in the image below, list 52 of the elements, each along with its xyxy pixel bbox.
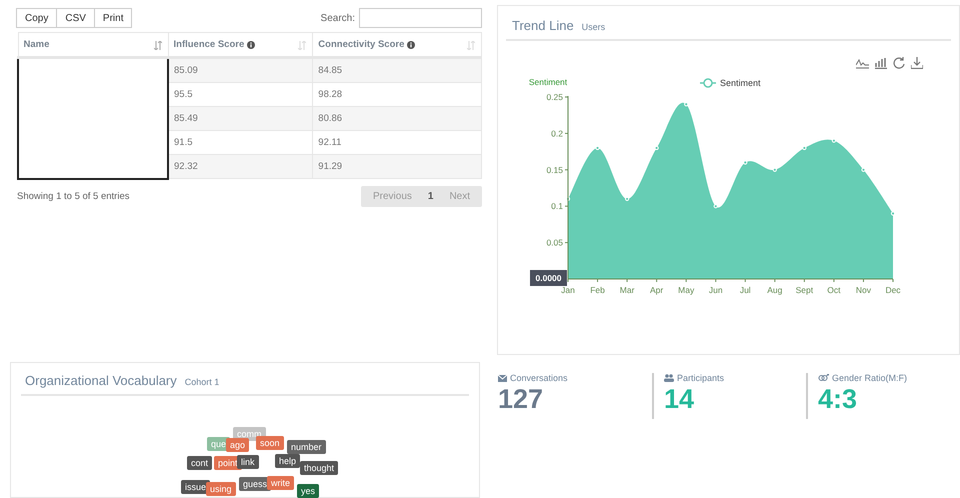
table-cell: 91.5 [168, 130, 313, 154]
x-tick-label: Jul [740, 285, 751, 295]
table-cell: 95.5 [168, 82, 313, 106]
y-tick-label: 0.05 [546, 238, 563, 248]
table-cell: 80.86 [312, 106, 482, 130]
stat-label: Gender Ratio(M:F) [832, 373, 908, 383]
axis-pointer-value: 0.0000 [536, 273, 562, 283]
table-cell: 91.29 [312, 154, 482, 178]
stat-value: 4:3 [818, 385, 858, 413]
x-tick-label: Jan [561, 285, 575, 295]
x-tick-label: Dec [885, 285, 901, 295]
card-subtitle: Cohort 1 [184, 377, 220, 387]
table-cell: 92.32 [168, 154, 313, 178]
word-tag: write [267, 476, 294, 490]
x-tick-label: Mar [620, 285, 634, 295]
x-tick-label: Jun [708, 285, 723, 295]
x-tick-label: Oct [827, 285, 841, 295]
y-tick-label: 0.25 [546, 92, 563, 102]
x-tick-label: Sept [796, 285, 814, 295]
stat-value: 127 [498, 385, 544, 413]
table-cell: 85.09 [168, 58, 313, 82]
word-tag: ago [226, 438, 250, 452]
word-tag: yes [297, 484, 320, 498]
stat-label: Conversations [510, 373, 568, 383]
y-axis-title: Sentiment [528, 77, 568, 87]
word-tag: number [287, 440, 326, 454]
y-tick-label: 0.2 [551, 128, 563, 138]
entries-info: Showing 1 to 5 of 5 entries [17, 190, 130, 202]
y-tick-label: 0.15 [546, 164, 563, 175]
y-tick-label: 0.1 [551, 201, 563, 212]
word-tag: help [275, 454, 300, 468]
search-label: Search: [320, 12, 355, 24]
x-tick-label: Aug [767, 285, 782, 295]
table-cell: 98.28 [312, 82, 482, 106]
table-cell: 92.11 [312, 130, 482, 154]
card-subtitle: Users [582, 22, 606, 32]
word-tag: soon [256, 436, 284, 450]
word-tag: cont [187, 456, 212, 470]
x-tick-label: Nov [856, 285, 872, 295]
stat-value: 14 [664, 385, 696, 413]
table-cell: 84.85 [312, 58, 482, 82]
word-tag: link [237, 455, 259, 469]
word-tag: using [206, 482, 236, 496]
card-title: Organizational Vocabulary [25, 373, 177, 388]
word-tag: thought [300, 461, 338, 475]
x-tick-label: May [678, 285, 694, 295]
x-tick-label: Apr [650, 285, 664, 295]
legend-label: Sentiment [720, 78, 761, 88]
stat-label: Participants [677, 373, 724, 383]
table-cell: 85.49 [168, 106, 313, 130]
x-tick-label: Feb [590, 285, 605, 295]
card-title: Trend Line [512, 18, 574, 33]
